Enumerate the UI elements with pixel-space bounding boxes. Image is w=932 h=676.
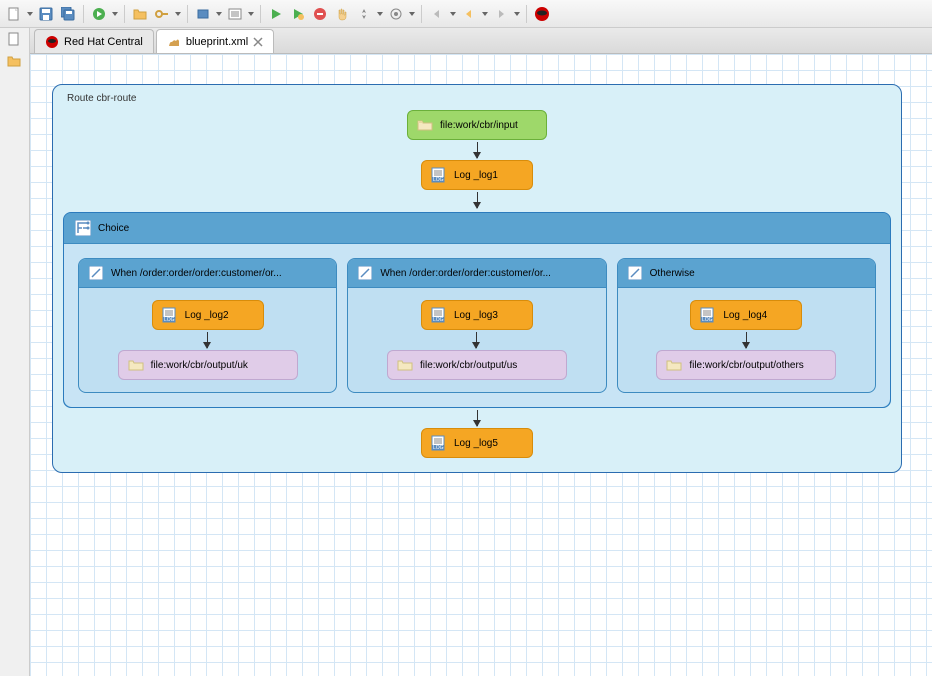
redhat-icon (45, 35, 59, 49)
node-label: file:work/cbr/output/uk (151, 360, 248, 371)
list-button[interactable] (225, 4, 245, 24)
tab-bar: Red Hat Central blueprint.xml (30, 28, 932, 54)
tab-redhat-central[interactable]: Red Hat Central (34, 29, 154, 53)
folder-icon (416, 116, 434, 134)
log-icon: LOG (699, 306, 717, 324)
arrow-icon (746, 332, 747, 348)
diagram-canvas[interactable]: Route cbr-route file:work/cbr/input LOG … (30, 54, 932, 676)
svg-text:LOG: LOG (433, 317, 444, 323)
node-label: Log _log3 (454, 310, 498, 321)
debug-run-button[interactable] (288, 4, 308, 24)
hand-button[interactable] (332, 4, 352, 24)
play-button[interactable] (266, 4, 286, 24)
svg-text:LOG: LOG (433, 445, 444, 451)
when-label: When /order:order/order:customer/or... (111, 268, 282, 279)
log-icon: LOG (430, 306, 448, 324)
log4-node[interactable]: LOG Log _log4 (690, 300, 802, 330)
arrow-icon (477, 142, 478, 158)
svg-text:LOG: LOG (702, 317, 713, 323)
log-icon: LOG (430, 434, 448, 452)
target-button[interactable] (386, 4, 406, 24)
node-label: Log _log1 (454, 170, 498, 181)
arrow-icon (476, 332, 477, 348)
log3-node[interactable]: LOG Log _log3 (421, 300, 533, 330)
new-button[interactable] (4, 4, 24, 24)
key-dropdown[interactable] (174, 4, 182, 24)
arrow-icon (207, 332, 208, 348)
output-uk-node[interactable]: file:work/cbr/output/uk (118, 350, 298, 380)
redhat-button[interactable] (532, 4, 552, 24)
left-folder-icon[interactable] (7, 54, 23, 70)
route-container[interactable]: Route cbr-route file:work/cbr/input LOG … (52, 84, 902, 473)
node-label: file:work/cbr/output/us (420, 360, 517, 371)
back-button[interactable] (427, 4, 447, 24)
log5-node[interactable]: LOG Log _log5 (421, 428, 533, 458)
folder-icon (665, 356, 683, 374)
save-all-button[interactable] (58, 4, 78, 24)
tab-label: Red Hat Central (64, 36, 143, 48)
left-doc-icon[interactable] (7, 32, 23, 48)
when-branch-0[interactable]: When /order:order/order:customer/or... L… (78, 258, 337, 393)
file-input-node[interactable]: file:work/cbr/input (407, 110, 547, 140)
camel-icon (167, 35, 181, 49)
forward-dropdown[interactable] (513, 4, 521, 24)
choice-icon (74, 219, 92, 237)
node-label: Log _log2 (185, 310, 229, 321)
save-button[interactable] (36, 4, 56, 24)
back-yellow-dropdown[interactable] (481, 4, 489, 24)
run-button[interactable] (89, 4, 109, 24)
choice-container[interactable]: Choice When /order:order/order:customer/… (63, 212, 891, 408)
node-label: Log _log5 (454, 438, 498, 449)
output-others-node[interactable]: file:work/cbr/output/others (656, 350, 836, 380)
open-folder-button[interactable] (130, 4, 150, 24)
output-us-node[interactable]: file:work/cbr/output/us (387, 350, 567, 380)
forward-button[interactable] (491, 4, 511, 24)
tab-label: blueprint.xml (186, 36, 248, 48)
tab-blueprint[interactable]: blueprint.xml (156, 29, 274, 53)
log-icon: LOG (161, 306, 179, 324)
target-dropdown[interactable] (408, 4, 416, 24)
list-dropdown[interactable] (247, 4, 255, 24)
folder-icon (127, 356, 145, 374)
left-panel (0, 28, 30, 676)
when-icon (87, 264, 105, 282)
when-label: When /order:order/order:customer/or... (380, 268, 551, 279)
otherwise-branch[interactable]: Otherwise LOG Log _log4 (617, 258, 876, 393)
main-toolbar (0, 0, 932, 28)
log2-node[interactable]: LOG Log _log2 (152, 300, 264, 330)
node-label: file:work/cbr/input (440, 120, 518, 131)
choice-label: Choice (98, 223, 129, 234)
back-yellow-button[interactable] (459, 4, 479, 24)
back-dropdown[interactable] (449, 4, 457, 24)
otherwise-icon (626, 264, 644, 282)
new-dropdown[interactable] (26, 4, 34, 24)
when-branch-1[interactable]: When /order:order/order:customer/or... L… (347, 258, 606, 393)
node-label: Log _log4 (723, 310, 767, 321)
stop-button[interactable] (310, 4, 330, 24)
folder-icon (396, 356, 414, 374)
arrow-icon (477, 410, 478, 426)
run-dropdown[interactable] (111, 4, 119, 24)
node-label: file:work/cbr/output/others (689, 360, 804, 371)
navigate-dropdown[interactable] (376, 4, 384, 24)
route-label: Route cbr-route (63, 91, 891, 110)
box-button[interactable] (193, 4, 213, 24)
svg-text:LOG: LOG (164, 317, 175, 323)
otherwise-label: Otherwise (650, 268, 695, 279)
navigate-button[interactable] (354, 4, 374, 24)
box-dropdown[interactable] (215, 4, 223, 24)
when-icon (356, 264, 374, 282)
svg-text:LOG: LOG (433, 177, 444, 183)
log1-node[interactable]: LOG Log _log1 (421, 160, 533, 190)
key-button[interactable] (152, 4, 172, 24)
arrow-icon (477, 192, 478, 208)
log-icon: LOG (430, 166, 448, 184)
close-icon[interactable] (253, 37, 263, 47)
